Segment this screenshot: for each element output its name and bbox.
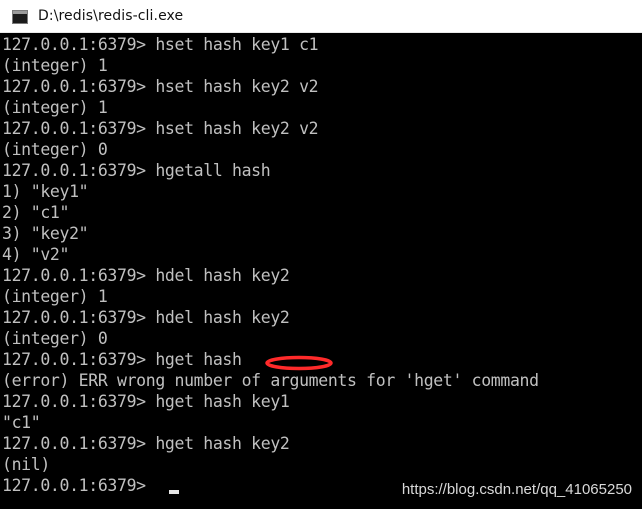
console-line: (integer) 1 xyxy=(2,56,108,75)
console-line: 127.0.0.1:6379> hdel hash key2 xyxy=(2,308,290,327)
console-line: 2) "c1" xyxy=(2,203,70,222)
console-line: 127.0.0.1:6379> hdel hash key2 xyxy=(2,266,290,285)
window-title: D:\redis\redis-cli.exe xyxy=(38,8,184,24)
console-line: 127.0.0.1:6379> hset hash key2 v2 xyxy=(2,77,319,96)
console-prompt-line: 127.0.0.1:6379> xyxy=(2,476,156,495)
console-line: (integer) 1 xyxy=(2,287,108,306)
console-line: 127.0.0.1:6379> hget hash key2 xyxy=(2,434,290,453)
console-line: 127.0.0.1:6379> hgetall hash xyxy=(2,161,271,180)
red-ellipse-annotation xyxy=(265,355,333,371)
console-line: (error) ERR wrong number of arguments fo… xyxy=(2,371,539,390)
console-line: 1) "key1" xyxy=(2,182,89,201)
watermark-text: https://blog.csdn.net/qq_41065250 xyxy=(401,481,632,498)
console-window-icon xyxy=(12,9,28,24)
console-output[interactable]: 127.0.0.1:6379> hset hash key1 c1 (integ… xyxy=(0,34,642,509)
console-line: 127.0.0.1:6379> hget hash key1 xyxy=(2,392,290,411)
text-cursor xyxy=(169,490,179,494)
console-line: (integer) 1 xyxy=(2,98,108,117)
console-line: (nil) xyxy=(2,455,50,474)
console-line: 127.0.0.1:6379> hget hash xyxy=(2,350,242,369)
console-line: 127.0.0.1:6379> hset hash key2 v2 xyxy=(2,119,319,138)
console-line: (integer) 0 xyxy=(2,329,108,348)
console-line: 127.0.0.1:6379> hset hash key1 c1 xyxy=(2,35,319,54)
console-line: (integer) 0 xyxy=(2,140,108,159)
title-bar[interactable]: D:\redis\redis-cli.exe xyxy=(0,0,642,33)
console-window: D:\redis\redis-cli.exe 127.0.0.1:6379> h… xyxy=(0,0,642,509)
console-line: 4) "v2" xyxy=(2,245,70,264)
console-line: 3) "key2" xyxy=(2,224,89,243)
console-line: "c1" xyxy=(2,413,41,432)
